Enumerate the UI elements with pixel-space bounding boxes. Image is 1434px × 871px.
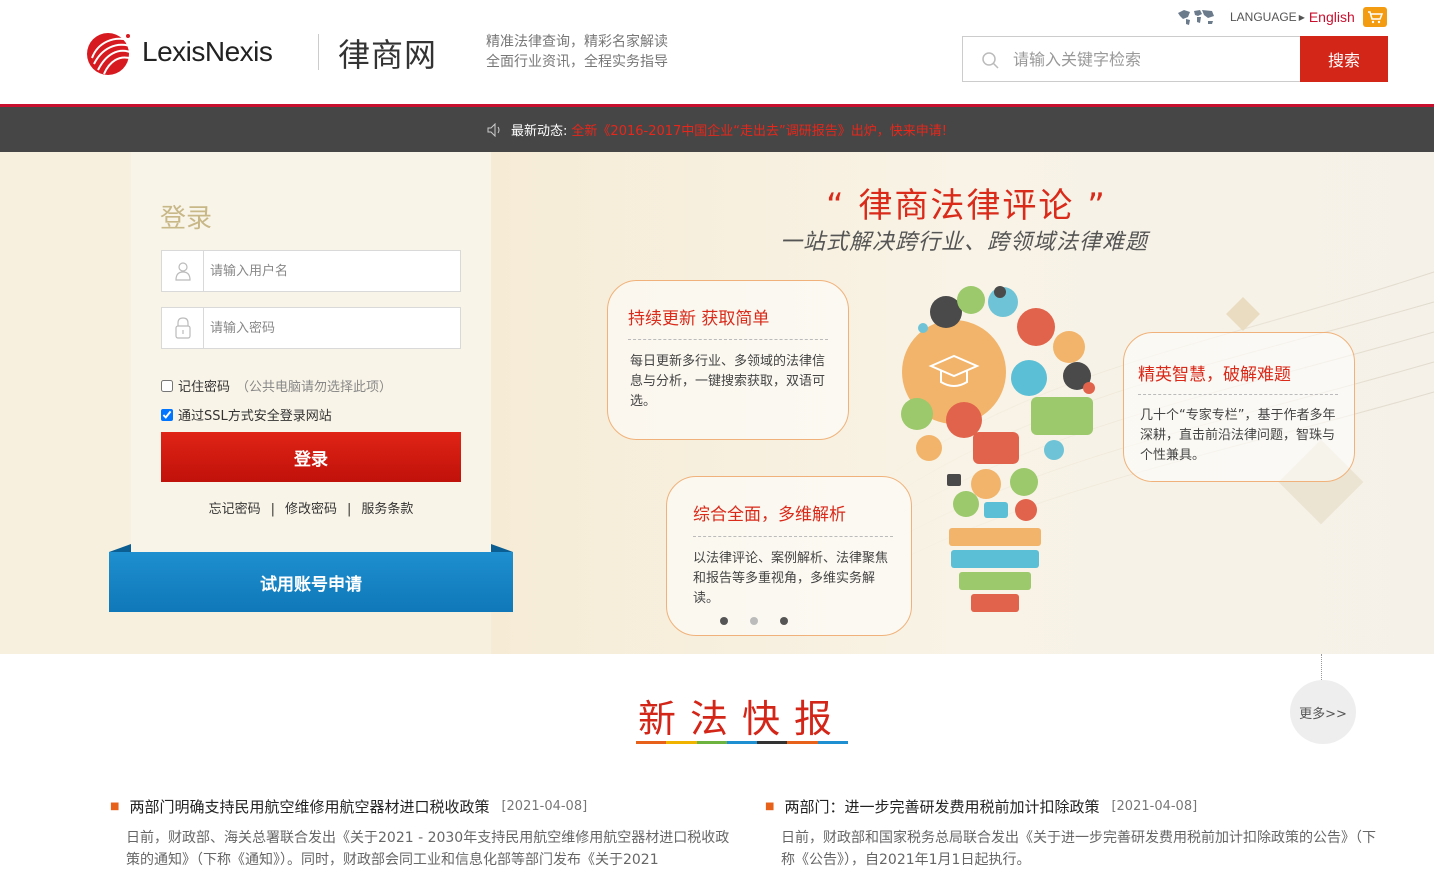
- lexisnexis-logo-icon: [87, 33, 131, 75]
- search-button[interactable]: 搜索: [1300, 36, 1388, 82]
- username-field: [161, 250, 461, 292]
- tagline: 精准法律查询，精彩名家解读 全面行业资讯，全程实务指导: [486, 32, 668, 72]
- caret-right-icon: ▶: [1298, 12, 1305, 22]
- bullet-icon: ■: [765, 801, 775, 812]
- ticker-label: 最新动态:: [511, 124, 568, 139]
- section-underline: [636, 741, 848, 744]
- carousel-dot[interactable]: [720, 617, 728, 625]
- bubble-divider: [1138, 394, 1338, 395]
- lock-icon: [162, 308, 204, 348]
- user-icon: [162, 251, 204, 291]
- section-title: 新法快报: [637, 697, 846, 741]
- lexisnexis-logo[interactable]: LexisNexis: [84, 28, 273, 76]
- forgot-password-link[interactable]: 忘记密码: [209, 502, 261, 517]
- news-summary: 日前，财政部和国家税务总局联合发出《关于进一步完善研发费用税前加计扣除政策的公告…: [781, 830, 1376, 868]
- news-title[interactable]: 两部门明确支持民用航空维修用航空器材进口税收政策: [129, 796, 489, 817]
- remember-row: 记住密码 （公共电脑请勿选择此项）: [161, 376, 392, 395]
- bubble-title: 精英智慧，破解难题: [1138, 365, 1291, 385]
- bubble-title: 综合全面，多维解析: [693, 505, 846, 525]
- hero-section: 登录 记住密码 （公共电脑请勿选择此项） 通过SSL方式安全登录网站 登录 忘记…: [0, 152, 1434, 654]
- language-bar: LANGUAGE ▶ English: [1176, 6, 1387, 28]
- news-summary: 日前，财政部、海关总署联合发出《关于2021 - 2030年支持民用航空维修用航…: [126, 830, 730, 868]
- speaker-icon: [487, 122, 500, 137]
- world-map-icon: [1178, 10, 1214, 25]
- ssl-label: 通过SSL方式安全登录网站: [178, 409, 332, 424]
- brand-wordmark: LexisNexis: [142, 36, 273, 67]
- bubble-divider: [628, 339, 828, 340]
- terms-link[interactable]: 服务条款: [361, 502, 413, 517]
- password-field: [161, 307, 461, 349]
- news-title[interactable]: 两部门：进一步完善研发费用税前加计扣除政策: [784, 796, 1099, 817]
- banner-title: “ 律商法律评论 ”: [826, 186, 1107, 226]
- ssl-row: 通过SSL方式安全登录网站: [161, 405, 332, 424]
- bubble-text: 每日更新多行业、多领域的法律信息与分析，一键搜索获取，双语可选。: [630, 354, 826, 409]
- link-separator: |: [270, 502, 275, 517]
- bullet-icon: ■: [110, 801, 120, 812]
- remember-label: 记住密码: [178, 380, 231, 395]
- banner-subtitle: 一站式解决跨行业、跨领域法律难题: [780, 230, 1149, 255]
- remember-hint: （公共电脑请勿选择此项）: [236, 380, 393, 395]
- username-input[interactable]: [210, 251, 450, 291]
- tagline-line-2: 全面行业资讯，全程实务指导: [486, 54, 668, 70]
- carousel-dot[interactable]: [750, 617, 758, 625]
- ribbon-fold-right: [491, 544, 513, 552]
- change-password-link[interactable]: 修改密码: [285, 502, 337, 517]
- search-icon: [982, 52, 999, 69]
- bubble-text: 以法律评论、案例解析、法律聚焦和报告等多重视角，多维实务解读。: [693, 551, 889, 606]
- trial-account-button[interactable]: 试用账号申请: [109, 552, 513, 612]
- carousel-dot[interactable]: [780, 617, 788, 625]
- search-box: [962, 36, 1302, 82]
- tagline-line-1: 精准法律查询，精彩名家解读: [486, 34, 668, 50]
- remember-checkbox[interactable]: [161, 379, 173, 392]
- search-input[interactable]: [1013, 37, 1293, 81]
- login-button[interactable]: 登录: [161, 432, 461, 482]
- logo-divider: [318, 34, 319, 70]
- site-header: LexisNexis 律商网 精准法律查询，精彩名家解读 全面行业资讯，全程实务…: [0, 0, 1434, 104]
- shopping-cart-icon[interactable]: [1362, 7, 1387, 27]
- bubble-title: 持续更新 获取简单: [628, 309, 770, 329]
- login-title: 登录: [160, 204, 213, 234]
- site-name: 律商网: [338, 36, 438, 74]
- bubble-text: 几十个“专家专栏”，基于作者多年深耕，直击前沿法律问题，智珠与个性兼具。: [1140, 408, 1336, 463]
- login-links: 忘记密码 | 修改密码 | 服务条款: [161, 498, 461, 517]
- ssl-checkbox[interactable]: [161, 408, 173, 421]
- english-link[interactable]: English: [1309, 9, 1355, 25]
- link-separator: |: [347, 502, 352, 517]
- carousel-dots: [720, 617, 788, 625]
- ribbon-fold-left: [109, 544, 131, 552]
- more-button[interactable]: 更多>>: [1290, 680, 1356, 744]
- more-connector: [1321, 654, 1322, 680]
- news-date: [2021-04-08]: [501, 799, 588, 814]
- language-label[interactable]: LANGUAGE: [1230, 10, 1297, 24]
- ticker-link[interactable]: 全新《2016-2017中国企业“走出去”调研报告》出炉，快来申请!: [571, 120, 947, 139]
- news-date: [2021-04-08]: [1111, 799, 1198, 814]
- bubble-divider: [693, 536, 893, 537]
- news-ticker: 最新动态: 全新《2016-2017中国企业“走出去”调研报告》出炉，快来申请!: [0, 107, 1434, 152]
- password-input[interactable]: [210, 308, 450, 348]
